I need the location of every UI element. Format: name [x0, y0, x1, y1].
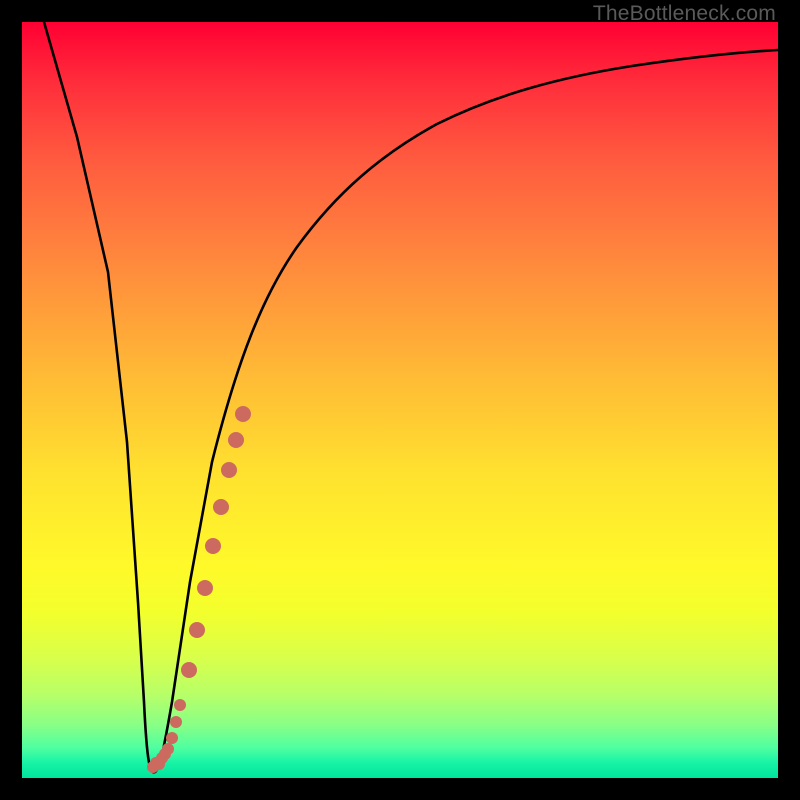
chart-svg — [22, 22, 778, 778]
chart-frame: TheBottleneck.com — [0, 0, 800, 800]
bottleneck-curve — [44, 22, 778, 772]
highlight-dots — [147, 406, 251, 773]
